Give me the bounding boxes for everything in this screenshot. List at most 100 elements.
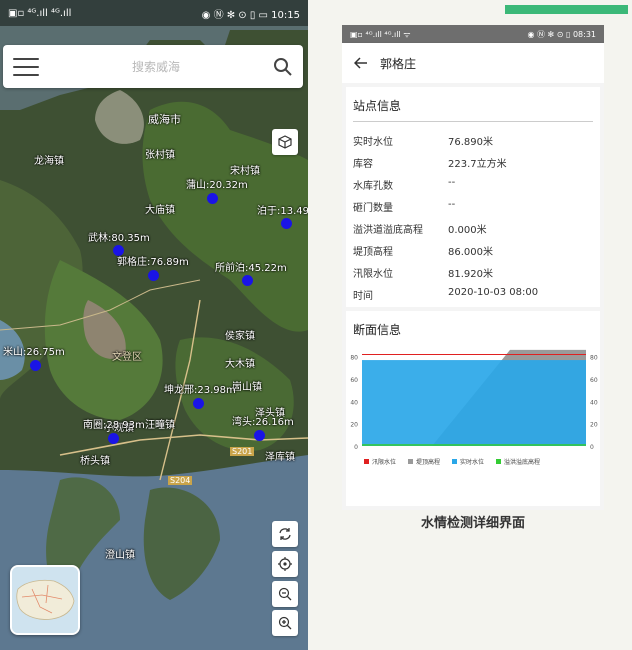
overview-minimap[interactable]	[10, 565, 80, 635]
status-bar: ▣▫ ⁴ᴳ.ıll ⁴ᴳ.ıll ᯤ ◉ Ⓝ ✻ ⊙ ▯ 08:31	[342, 25, 604, 43]
place-label: 澄山镇	[105, 550, 135, 561]
station-marker[interactable]	[148, 270, 159, 281]
info-key: 砸门数量	[353, 203, 393, 214]
place-label: 大庙镇	[145, 205, 175, 216]
info-row: 汛限水位 81.920米	[353, 265, 593, 285]
y-tick-label-left: 20	[350, 422, 358, 429]
station-marker[interactable]	[193, 398, 204, 409]
hamburger-menu-icon[interactable]	[13, 57, 39, 76]
status-right: ◉ Ⓝ ✻ ⊙ ▯ ▭ 10:15	[201, 9, 300, 21]
station-marker[interactable]	[254, 430, 265, 441]
info-key: 堤顶高程	[353, 247, 393, 258]
station-label[interactable]: 武林:80.35m	[88, 229, 150, 244]
satellite-map[interactable]	[0, 0, 308, 650]
station-label[interactable]: 坤龙邢:23.98m	[164, 381, 236, 396]
station-label[interactable]: 泊于:13.49	[257, 202, 308, 217]
map-screen: ▣▫ ⁴ᴳ.ıll ⁴ᴳ.ıll ◉ Ⓝ ✻ ⊙ ▯ ▭ 10:15 搜索威海 …	[0, 0, 308, 650]
zoom-out-button[interactable]	[272, 581, 298, 607]
info-row: 库容 223.7立方米	[353, 155, 593, 175]
back-arrow-icon[interactable]	[354, 56, 368, 70]
info-key: 库容	[353, 159, 373, 170]
cube-icon	[278, 135, 292, 149]
station-label[interactable]: 蒲山:20.32m	[186, 176, 248, 191]
y-tick-label-right: 0	[590, 444, 594, 451]
station-marker[interactable]	[242, 275, 253, 286]
zoom-in-button[interactable]	[272, 610, 298, 636]
station-label[interactable]: 米山:26.75m	[3, 343, 65, 358]
place-label: 张村镇	[145, 150, 175, 161]
legend-swatch	[364, 459, 369, 464]
legend-swatch	[408, 459, 413, 464]
info-value: 86.000米	[448, 247, 493, 258]
section-title: 站点信息	[353, 99, 402, 113]
refresh-button[interactable]	[272, 521, 298, 547]
detail-body: 站点信息 实时水位 76.890米 库容 223.7立方米 水库孔数 -- 砸门…	[342, 83, 604, 510]
legend-label: 实时水位	[460, 458, 484, 466]
station-marker[interactable]	[108, 433, 119, 444]
y-tick-label-left: 0	[354, 444, 358, 451]
place-label: 崮山镇	[232, 382, 262, 393]
app-header: 郭格庄	[342, 43, 604, 83]
info-value: 0.000米	[448, 225, 487, 236]
status-left: ▣▫ ⁴ᴳ.ıll ⁴ᴳ.ıll	[8, 7, 72, 19]
y-tick-label-left: 40	[350, 399, 358, 406]
info-value: 81.920米	[448, 269, 493, 280]
search-icon[interactable]	[273, 57, 293, 77]
road-label: S201	[230, 447, 255, 456]
place-label: 桥头镇	[80, 456, 110, 467]
3d-view-button[interactable]	[272, 129, 298, 155]
info-value: 76.890米	[448, 137, 493, 148]
detail-screen: ▣▫ ⁴ᴳ.ıll ⁴ᴳ.ıll ᯤ ◉ Ⓝ ✻ ⊙ ▯ 08:31 郭格庄 站…	[342, 25, 604, 510]
station-label[interactable]: 郭格庄:76.89m	[117, 253, 189, 268]
station-info-card: 站点信息 实时水位 76.890米 库容 223.7立方米 水库孔数 -- 砸门…	[346, 87, 600, 307]
search-input[interactable]: 搜索威海	[39, 58, 273, 75]
station-label[interactable]: 南圈:28.93m	[83, 416, 145, 431]
place-label: 龙海镇	[34, 156, 64, 167]
info-row: 砸门数量 --	[353, 199, 593, 219]
locate-icon	[278, 557, 292, 571]
zoom-out-icon	[278, 587, 292, 601]
y-tick-label-right: 20	[590, 422, 598, 429]
y-tick-label-left: 80	[350, 355, 358, 362]
zoom-in-icon	[278, 616, 292, 630]
legend-swatch	[496, 459, 501, 464]
accent-bar	[505, 5, 628, 14]
place-label: 文登区	[112, 352, 142, 363]
info-row: 实时水位 76.890米	[353, 133, 593, 153]
y-tick-label-right: 60	[590, 377, 598, 384]
place-label: 大木镇	[225, 359, 255, 370]
info-value: --	[448, 199, 456, 210]
info-value: 223.7立方米	[448, 159, 507, 170]
page-title: 郭格庄	[380, 56, 417, 71]
status-left: ▣▫ ⁴ᴳ.ıll ⁴ᴳ.ıll ᯤ	[350, 29, 411, 39]
place-label: 侯家镇	[225, 331, 255, 342]
section-title: 断面信息	[353, 323, 402, 337]
info-key: 时间	[353, 291, 373, 302]
station-marker[interactable]	[207, 193, 218, 204]
station-marker[interactable]	[30, 360, 41, 371]
station-label[interactable]: 所前泊:45.22m	[215, 259, 287, 274]
road-label: S204	[168, 476, 193, 485]
info-value: 2020-10-03 08:00	[448, 287, 539, 298]
station-marker[interactable]	[281, 218, 292, 229]
info-row: 时间 2020-10-03 08:00	[353, 287, 593, 307]
info-row: 水库孔数 --	[353, 177, 593, 197]
locate-button[interactable]	[272, 551, 298, 577]
info-key: 溢洪道溢底高程	[353, 225, 423, 236]
search-bar[interactable]: 搜索威海	[3, 45, 303, 88]
y-tick-label-left: 60	[350, 377, 358, 384]
place-label: 泽库镇	[265, 452, 295, 463]
section-info-card: 断面信息 0 0 20 20 40 40 60 60 80 80 汛限水位 堤顶高程 实时水位 溢洪溢底高…	[346, 311, 600, 506]
station-label[interactable]: 湾头:26.16m	[232, 413, 294, 428]
refresh-icon	[279, 528, 291, 540]
y-tick-label-right: 40	[590, 399, 598, 406]
legend-label: 汛限水位	[372, 458, 396, 466]
status-right: ◉ Ⓝ ✻ ⊙ ▯ 08:31	[527, 29, 596, 39]
info-key: 水库孔数	[353, 181, 393, 192]
info-row: 堤顶高程 86.000米	[353, 243, 593, 263]
legend-swatch	[452, 459, 457, 464]
info-key: 汛限水位	[353, 269, 393, 280]
section-chart: 0 0 20 20 40 40 60 60 80 80 汛限水位 堤顶高程 实时水位 溢洪溢底高程	[350, 349, 598, 466]
place-label: 宋村镇	[230, 166, 260, 177]
info-key: 实时水位	[353, 137, 393, 148]
